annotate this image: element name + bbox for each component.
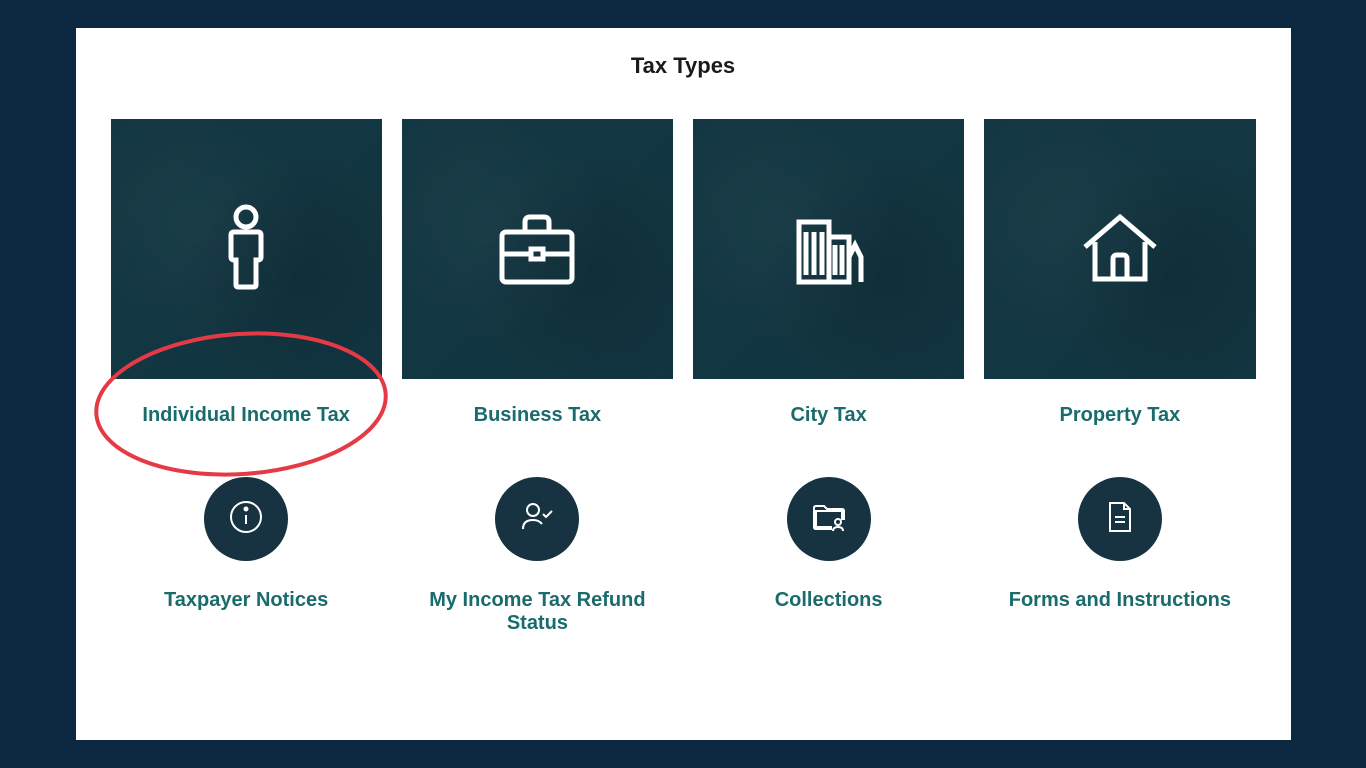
buildings-icon bbox=[779, 197, 879, 302]
card-label: Property Tax bbox=[1059, 404, 1180, 427]
item-collections[interactable]: Collections bbox=[693, 477, 964, 635]
card-label: Business Tax bbox=[474, 404, 601, 427]
card-image bbox=[984, 119, 1255, 379]
house-icon bbox=[1070, 197, 1170, 302]
content-panel: Tax Types Individual Income Tax bbox=[76, 28, 1291, 740]
icon-label: Taxpayer Notices bbox=[164, 589, 328, 612]
card-image bbox=[693, 119, 964, 379]
info-icon bbox=[226, 497, 266, 542]
person-icon bbox=[196, 197, 296, 302]
icon-items-row: Taxpayer Notices My Income Tax Refund St… bbox=[111, 477, 1256, 635]
card-label: Individual Income Tax bbox=[142, 404, 349, 427]
icon-label: Forms and Instructions bbox=[1009, 589, 1231, 612]
folder-person-icon bbox=[809, 497, 849, 542]
icon-circle bbox=[1078, 477, 1162, 561]
icon-circle bbox=[787, 477, 871, 561]
card-label: City Tax bbox=[790, 404, 866, 427]
card-individual-income-tax[interactable]: Individual Income Tax bbox=[111, 119, 382, 427]
card-property-tax[interactable]: Property Tax bbox=[984, 119, 1255, 427]
icon-circle bbox=[204, 477, 288, 561]
item-refund-status[interactable]: My Income Tax Refund Status bbox=[402, 477, 673, 635]
person-check-icon bbox=[517, 497, 557, 542]
card-city-tax[interactable]: City Tax bbox=[693, 119, 964, 427]
tax-cards-row: Individual Income Tax Business Tax bbox=[111, 119, 1256, 427]
card-business-tax[interactable]: Business Tax bbox=[402, 119, 673, 427]
page-title: Tax Types bbox=[111, 53, 1256, 79]
icon-label: My Income Tax Refund Status bbox=[412, 589, 662, 635]
item-forms-instructions[interactable]: Forms and Instructions bbox=[984, 477, 1255, 635]
briefcase-icon bbox=[487, 197, 587, 302]
item-taxpayer-notices[interactable]: Taxpayer Notices bbox=[111, 477, 382, 635]
card-image bbox=[111, 119, 382, 379]
icon-label: Collections bbox=[775, 589, 883, 612]
card-image bbox=[402, 119, 673, 379]
icon-circle bbox=[495, 477, 579, 561]
document-icon bbox=[1100, 497, 1140, 542]
